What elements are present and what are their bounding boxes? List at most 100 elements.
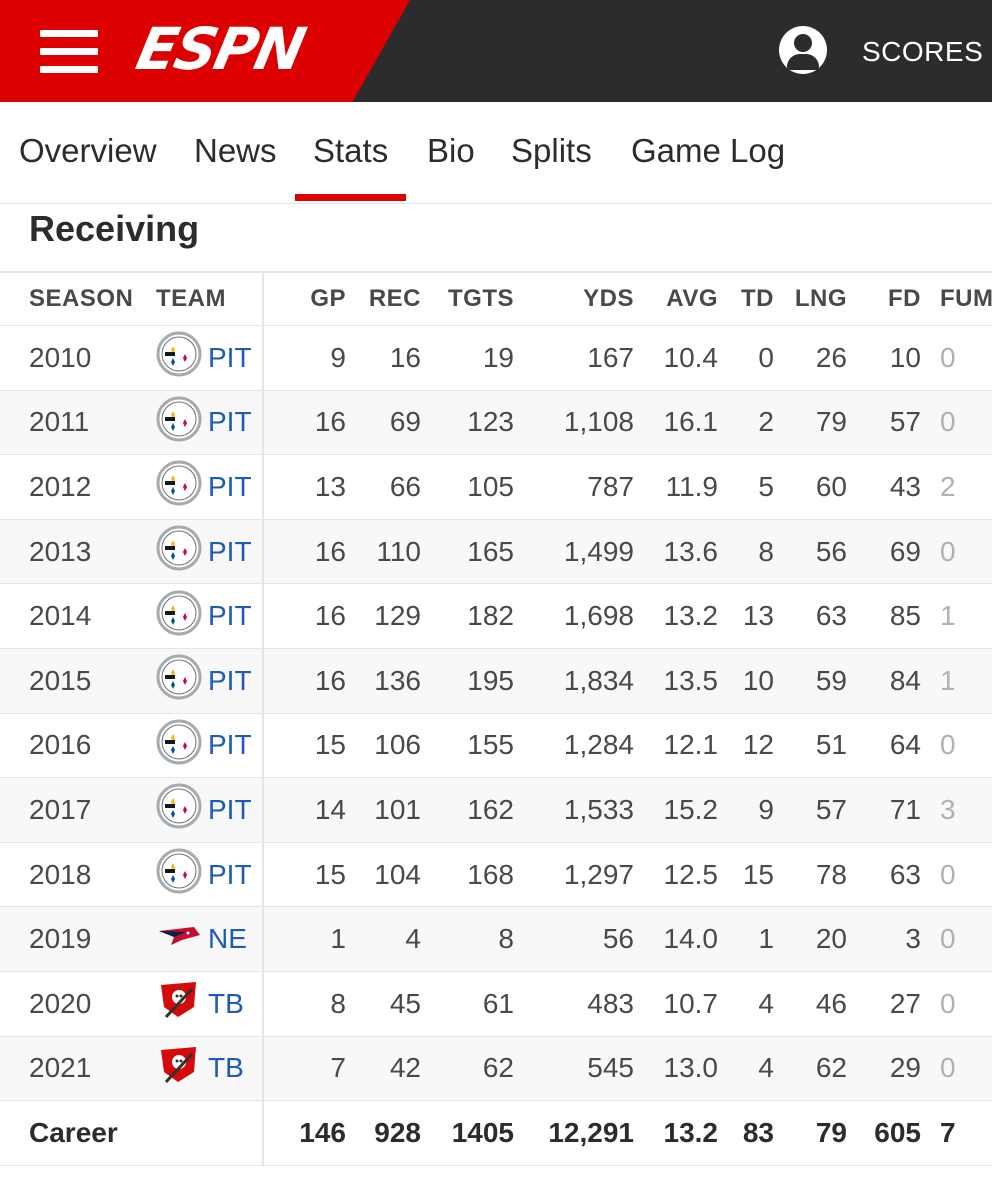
table-row: 2013 PIT 16 110 165 1,499 13.6 8 56 69 0 xyxy=(0,519,992,585)
lng-cell: 51 xyxy=(815,729,847,761)
tgts-cell: 105 xyxy=(467,470,514,502)
gp-cell: 13 xyxy=(314,470,346,502)
career-totals-row: Career 146 928 1405 12,291 13.2 83 79 605 7 xyxy=(0,1101,992,1166)
rec-cell: 110 xyxy=(376,535,421,567)
column-header-gp[interactable]: GP xyxy=(310,273,346,325)
team-abbreviation[interactable]: PIT xyxy=(208,342,252,374)
lng-cell: 57 xyxy=(815,793,847,825)
td-cell: 13 xyxy=(742,600,774,632)
table-row: 2014 PIT 16 129 182 1,698 13.2 13 63 85 1 xyxy=(0,584,992,649)
fd-cell: 57 xyxy=(889,406,921,438)
team-link[interactable]: PIT xyxy=(156,719,252,772)
team-abbreviation[interactable]: PIT xyxy=(208,536,252,568)
fum-cell: 0 xyxy=(940,535,956,567)
lng-cell: 63 xyxy=(815,600,847,632)
tgts-cell: 123 xyxy=(467,406,514,438)
season-cell: 2013 xyxy=(29,535,92,567)
fd-cell: 84 xyxy=(889,664,921,696)
td-cell: 12 xyxy=(742,729,774,761)
fd-cell: 85 xyxy=(889,600,921,632)
team-cell: PIT xyxy=(156,520,252,584)
column-divider xyxy=(262,1101,264,1165)
td-cell: 2 xyxy=(758,406,774,438)
td-cell: 4 xyxy=(758,1052,774,1084)
tgts-cell: 61 xyxy=(482,987,514,1019)
avg-cell: 15.2 xyxy=(663,793,719,825)
team-link[interactable]: PIT xyxy=(156,460,252,513)
team-abbreviation[interactable]: TB xyxy=(208,988,244,1020)
season-cell: 2016 xyxy=(29,729,92,761)
rec-cell: 129 xyxy=(374,600,421,632)
tab-splits[interactable]: Splits xyxy=(511,132,592,170)
team-link[interactable]: PIT xyxy=(156,525,252,578)
team-abbreviation[interactable]: PIT xyxy=(208,859,252,891)
fd-cell: 63 xyxy=(889,858,921,890)
account-icon[interactable] xyxy=(779,26,827,74)
scores-link[interactable]: SCORES xyxy=(862,36,983,68)
column-header-team[interactable]: TEAM xyxy=(156,273,226,325)
menu-icon[interactable] xyxy=(40,30,98,74)
team-link[interactable]: PIT xyxy=(156,396,252,449)
fum-cell: 0 xyxy=(940,987,956,1019)
team-link[interactable]: PIT xyxy=(156,331,252,384)
td-cell: 15 xyxy=(742,858,774,890)
lng-cell: 56 xyxy=(815,535,847,567)
team-abbreviation[interactable]: PIT xyxy=(208,406,252,438)
buccaneers-logo-icon xyxy=(156,977,208,1030)
team-cell: PIT xyxy=(156,649,252,713)
tgts-cell: 168 xyxy=(467,858,514,890)
column-divider xyxy=(262,519,264,584)
team-abbreviation[interactable]: NE xyxy=(208,923,247,955)
column-header-tgts[interactable]: TGTS xyxy=(448,273,514,325)
yds-cell: 1,533 xyxy=(563,793,634,825)
team-cell: NE xyxy=(156,907,247,971)
team-link[interactable]: PIT xyxy=(156,848,252,901)
team-abbreviation[interactable]: TB xyxy=(208,1052,244,1084)
team-link[interactable]: TB xyxy=(156,1042,244,1095)
column-header-season[interactable]: SEASON xyxy=(29,273,133,325)
column-header-yds[interactable]: YDS xyxy=(583,273,634,325)
tab-bio[interactable]: Bio xyxy=(427,132,475,170)
team-cell: PIT xyxy=(156,391,252,455)
tab-news[interactable]: News xyxy=(194,132,277,170)
tgts-cell: 182 xyxy=(467,600,514,632)
column-header-td[interactable]: TD xyxy=(741,273,774,325)
career-yds-cell: 12,291 xyxy=(548,1116,634,1148)
column-divider xyxy=(262,326,264,390)
team-link[interactable]: TB xyxy=(156,977,244,1030)
team-abbreviation[interactable]: PIT xyxy=(208,665,252,697)
yds-cell: 483 xyxy=(587,987,634,1019)
lng-cell: 46 xyxy=(815,987,847,1019)
patriots-logo-icon xyxy=(156,913,208,966)
season-cell: 2015 xyxy=(29,664,92,696)
column-header-avg[interactable]: AVG xyxy=(666,273,718,325)
lng-cell: 26 xyxy=(815,341,847,373)
team-abbreviation[interactable]: PIT xyxy=(208,729,252,761)
espn-logo[interactable]: ESPN xyxy=(131,15,310,83)
team-abbreviation[interactable]: PIT xyxy=(208,471,252,503)
tab-game-log[interactable]: Game Log xyxy=(631,132,785,170)
column-divider xyxy=(262,584,264,648)
table-row: 2016 PIT 15 106 155 1,284 12.1 12 51 64 0 xyxy=(0,713,992,779)
tab-stats[interactable]: Stats xyxy=(294,132,407,201)
team-link[interactable]: NE xyxy=(156,913,247,966)
team-cell: TB xyxy=(156,1037,244,1101)
tab-overview[interactable]: Overview xyxy=(19,132,157,170)
team-abbreviation[interactable]: PIT xyxy=(208,794,252,826)
column-header-rec[interactable]: REC xyxy=(369,273,421,325)
season-cell: 2019 xyxy=(29,923,92,955)
column-header-fum[interactable]: FUM xyxy=(940,273,992,325)
team-link[interactable]: PIT xyxy=(156,783,252,836)
table-row: 2017 PIT 14 101 162 1,533 15.2 9 57 71 3 xyxy=(0,778,992,843)
season-cell: 2017 xyxy=(29,793,92,825)
team-abbreviation[interactable]: PIT xyxy=(208,600,252,632)
season-cell: 2011 xyxy=(29,406,90,438)
yds-cell: 167 xyxy=(587,341,634,373)
team-link[interactable]: PIT xyxy=(156,590,252,643)
season-cell: 2018 xyxy=(29,858,92,890)
team-cell: PIT xyxy=(156,455,252,519)
column-header-lng[interactable]: LNG xyxy=(795,273,847,325)
lng-cell: 59 xyxy=(815,664,847,696)
team-link[interactable]: PIT xyxy=(156,654,252,707)
column-header-fd[interactable]: FD xyxy=(888,273,921,325)
